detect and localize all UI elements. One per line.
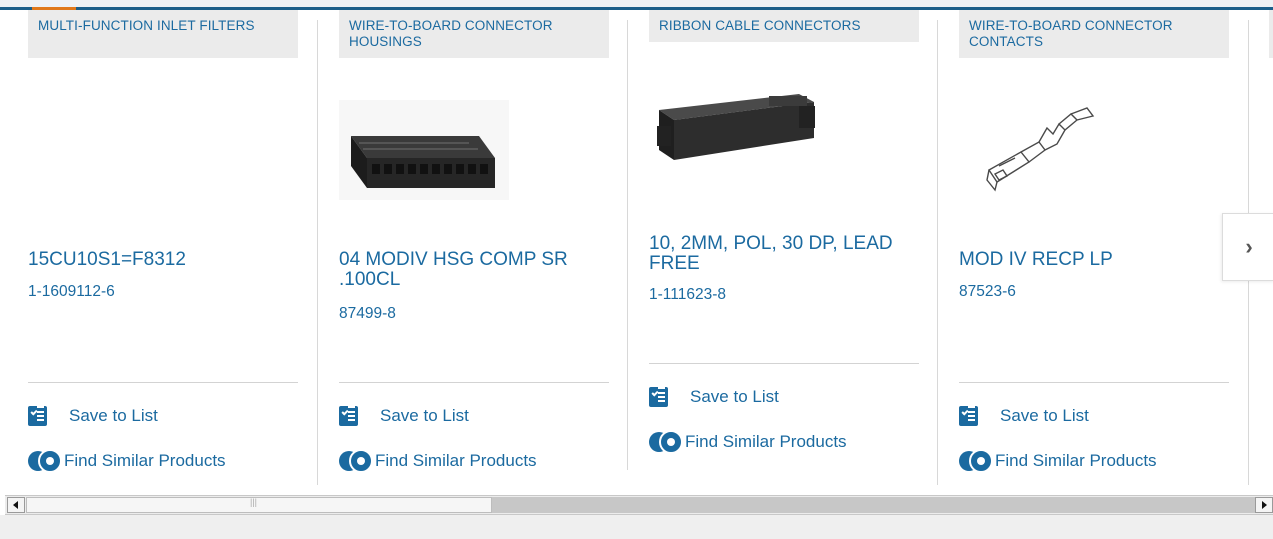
top-accent-bar	[0, 0, 1273, 10]
card-divider	[339, 382, 609, 383]
footer-area	[0, 515, 1273, 539]
find-similar-icon	[339, 449, 373, 473]
find-similar-label: Find Similar Products	[375, 451, 537, 470]
part-number-link[interactable]: 1-1609112-6	[28, 283, 115, 301]
save-to-list-label: Save to List	[690, 387, 779, 406]
carousel-next-button[interactable]: ›	[1222, 213, 1273, 281]
card-separator	[317, 20, 318, 485]
product-card: WIRE-TO-BOARD CONNECTOR HOUSINGS 04 MODI…	[339, 10, 609, 473]
horizontal-scrollbar[interactable]	[5, 495, 1273, 515]
ribbon-connector-image	[657, 94, 815, 160]
connector-housing-image	[339, 100, 509, 200]
category-label-partial[interactable]	[1269, 10, 1273, 58]
card-separator	[937, 20, 938, 485]
find-similar-label: Find Similar Products	[64, 451, 226, 470]
checklist-icon	[959, 406, 978, 426]
find-similar-label: Find Similar Products	[995, 451, 1157, 470]
category-label[interactable]: WIRE-TO-BOARD CONNECTOR CONTACTS	[959, 10, 1229, 58]
part-number-link[interactable]: 87523-6	[959, 283, 1016, 301]
save-to-list-button[interactable]: Save to List	[649, 387, 779, 407]
product-carousel: MULTI-FUNCTION INLET FILTERS 15CU10S1=F8…	[0, 10, 1273, 488]
save-to-list-button[interactable]: Save to List	[339, 406, 469, 426]
card-divider	[649, 363, 919, 364]
save-to-list-button[interactable]: Save to List	[28, 406, 158, 426]
product-name-link[interactable]: 04 MODIV HSG COMP SR .100CL	[339, 250, 609, 290]
part-number-link[interactable]: 87499-8	[339, 305, 396, 323]
chevron-right-icon: ›	[1245, 234, 1253, 259]
find-similar-button[interactable]: Find Similar Products	[28, 449, 226, 473]
find-similar-button[interactable]: Find Similar Products	[339, 449, 537, 473]
product-card: MULTI-FUNCTION INLET FILTERS 15CU10S1=F8…	[28, 10, 298, 473]
scrollbar-thumb[interactable]	[26, 497, 492, 513]
product-card-partial	[1269, 10, 1273, 58]
checklist-icon	[28, 406, 47, 426]
category-label[interactable]: MULTI-FUNCTION INLET FILTERS	[28, 10, 298, 58]
product-image[interactable]	[959, 100, 1229, 220]
product-name-link[interactable]: 10, 2MM, POL, 30 DP, LEAD FREE	[649, 234, 919, 274]
find-similar-icon	[959, 449, 993, 473]
checklist-icon	[339, 406, 358, 426]
product-image[interactable]	[649, 80, 919, 200]
save-to-list-label: Save to List	[380, 406, 469, 425]
product-card: RIBBON CABLE CONNECTORS 10, 2MM, POL, 30…	[649, 10, 919, 454]
scrollbar-track[interactable]	[492, 497, 1255, 513]
save-to-list-label: Save to List	[69, 406, 158, 425]
save-to-list-label: Save to List	[1000, 406, 1089, 425]
find-similar-icon	[28, 449, 62, 473]
card-divider	[959, 382, 1229, 383]
scroll-left-arrow-icon[interactable]	[7, 497, 25, 513]
product-card: WIRE-TO-BOARD CONNECTOR CONTACTS MOD IV …	[959, 10, 1229, 473]
find-similar-icon	[649, 430, 683, 454]
category-label[interactable]: RIBBON CABLE CONNECTORS	[649, 10, 919, 42]
product-name-link[interactable]: MOD IV RECP LP	[959, 250, 1229, 270]
find-similar-button[interactable]: Find Similar Products	[959, 449, 1157, 473]
category-label[interactable]: WIRE-TO-BOARD CONNECTOR HOUSINGS	[339, 10, 609, 58]
card-separator	[627, 20, 628, 470]
crimp-contact-image	[986, 107, 1095, 192]
find-similar-label: Find Similar Products	[685, 432, 847, 451]
product-name-link[interactable]: 15CU10S1=F8312	[28, 250, 298, 270]
product-image[interactable]	[339, 100, 609, 220]
save-to-list-button[interactable]: Save to List	[959, 406, 1089, 426]
scroll-right-arrow-icon[interactable]	[1255, 497, 1273, 513]
find-similar-button[interactable]: Find Similar Products	[649, 430, 847, 454]
card-divider	[28, 382, 298, 383]
part-number-link[interactable]: 1-111623-8	[649, 286, 726, 304]
checklist-icon	[649, 387, 668, 407]
